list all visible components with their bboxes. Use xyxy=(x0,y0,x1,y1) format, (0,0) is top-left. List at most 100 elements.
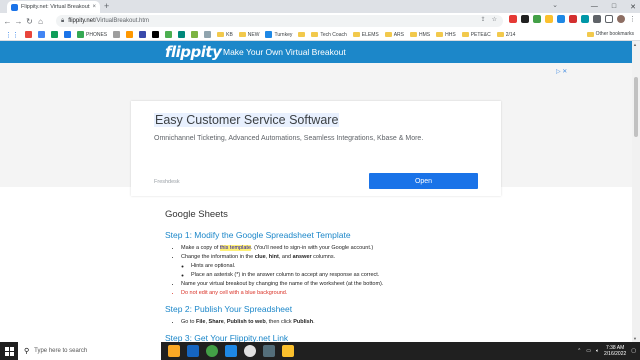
bookmark-label: NEW xyxy=(247,31,260,38)
back-icon[interactable]: ← xyxy=(2,17,13,26)
extension-icon[interactable] xyxy=(569,15,577,23)
apps-grid-icon[interactable]: ⋮⋮ xyxy=(5,31,19,39)
browser-tab[interactable]: Flippity.net: Virtual Breakout: Mak × xyxy=(7,1,100,13)
bookmark-item[interactable] xyxy=(204,31,212,38)
other-bookmarks[interactable]: Other bookmarks xyxy=(586,31,634,37)
folder-icon xyxy=(410,32,417,37)
bookmark-item[interactable] xyxy=(178,31,186,38)
close-window-icon[interactable]: ✕ xyxy=(630,3,636,11)
tab-strip: Flippity.net: Virtual Breakout: Mak × + … xyxy=(0,0,640,13)
volume-icon[interactable]: 🔈︎ xyxy=(596,348,599,354)
step2-heading: Step 2: Publish Your Spreadsheet xyxy=(165,304,293,314)
step1-heading: Step 1: Modify the Google Spreadsheet Te… xyxy=(165,230,351,240)
folder-icon xyxy=(298,32,306,37)
page-icon xyxy=(64,31,71,38)
bookmark-item[interactable]: HMS xyxy=(410,32,430,38)
bookmark-item[interactable] xyxy=(113,31,121,38)
extensions-puzzle-icon[interactable] xyxy=(593,15,601,23)
page-icon xyxy=(191,31,199,38)
close-tab-icon[interactable]: × xyxy=(92,4,96,10)
new-tab-button[interactable]: + xyxy=(104,1,109,11)
ad-description: Omnichannel Ticketing, Advanced Automati… xyxy=(154,135,424,142)
home-icon[interactable]: ⌂ xyxy=(35,17,46,26)
bookmark-label: HMS xyxy=(419,31,431,38)
ad-choices-icon[interactable]: ▷ ✕ xyxy=(556,68,567,75)
bookmark-item[interactable]: ARS xyxy=(384,32,404,38)
bookmark-item[interactable]: PHONES xyxy=(77,31,107,38)
taskbar-clock[interactable]: 7:38 AM 2/16/2022 xyxy=(604,345,626,357)
bookmark-item[interactable]: NEW xyxy=(238,31,260,38)
file-explorer-icon[interactable] xyxy=(168,345,180,357)
bookmark-item[interactable] xyxy=(139,31,147,38)
bookmark-item[interactable]: Tech Coach xyxy=(311,31,347,38)
bookmarks-bar: ⋮⋮ PHONES KB NEW Turnkey Tech Coach ELEMS ARS HM… xyxy=(0,29,640,41)
edge-icon[interactable] xyxy=(187,345,199,357)
template-link[interactable]: this template xyxy=(219,245,252,251)
bookmark-label: Tech Coach xyxy=(320,31,347,38)
extension-icon[interactable] xyxy=(557,15,565,23)
scrollbar-thumb[interactable] xyxy=(634,77,638,137)
bookmark-item[interactable]: ELEMS xyxy=(352,31,379,38)
chrome-profile-icon[interactable] xyxy=(244,345,256,357)
profile-avatar[interactable] xyxy=(617,15,625,23)
bookmark-item[interactable] xyxy=(165,31,173,38)
bookmark-item[interactable]: PETE&C xyxy=(461,32,491,38)
minimize-icon[interactable]: — xyxy=(591,3,598,10)
app-icon[interactable] xyxy=(263,345,275,357)
tab-search-icon[interactable]: ⌄ xyxy=(552,1,558,9)
ad-title[interactable]: Easy Customer Service Software xyxy=(154,113,340,127)
lock-icon[interactable]: 🔒︎ xyxy=(61,18,64,25)
page-icon xyxy=(139,31,147,38)
ad-card[interactable]: Easy Customer Service Software Omnichann… xyxy=(131,101,501,196)
bookmark-item[interactable]: 2/14 xyxy=(496,32,515,38)
bookmark-item[interactable] xyxy=(152,31,160,38)
bookmark-item[interactable]: KB xyxy=(217,32,233,38)
bookmark-item[interactable]: Turnkey xyxy=(265,31,292,38)
chrome-icon[interactable] xyxy=(206,345,218,357)
folder-icon xyxy=(217,32,225,37)
share-icon[interactable]: ⇪ xyxy=(481,16,486,23)
start-button[interactable] xyxy=(0,342,18,360)
extension-icon[interactable] xyxy=(545,15,553,23)
bookmark-star-icon[interactable]: ☆ xyxy=(492,16,497,23)
bookmark-item[interactable]: HHS xyxy=(436,32,456,38)
page-icon xyxy=(113,31,121,38)
page-icon xyxy=(165,31,173,38)
bookmark-item[interactable] xyxy=(38,31,45,38)
extension-icon[interactable] xyxy=(581,15,589,23)
extension-icon[interactable] xyxy=(521,15,529,23)
list-item: Make a copy of this template. (You'll ne… xyxy=(181,244,465,253)
extension-icon[interactable] xyxy=(533,15,541,23)
page-icon xyxy=(178,31,186,38)
extension-icon[interactable] xyxy=(509,15,517,23)
tab-title: Flippity.net: Virtual Breakout: Mak xyxy=(21,4,91,10)
app-icon[interactable] xyxy=(225,345,237,357)
bookmark-label: PHONES xyxy=(86,31,108,38)
ad-open-button[interactable]: Open xyxy=(369,173,478,189)
bookmark-item[interactable] xyxy=(51,31,58,38)
page-icon xyxy=(126,31,134,38)
maximize-icon[interactable]: □ xyxy=(612,3,616,10)
folder-icon xyxy=(586,31,594,37)
forward-icon[interactable]: → xyxy=(13,17,24,26)
address-bar[interactable]: 🔒︎ flippity.net/VirtualBreakout.htm ⇪ ☆ xyxy=(56,15,503,27)
taskbar-search[interactable]: ⚲ Type here to search xyxy=(18,342,161,360)
flippity-logo[interactable]: flippity xyxy=(165,43,222,61)
bookmark-item[interactable] xyxy=(126,31,134,38)
bookmark-item[interactable] xyxy=(64,31,71,38)
notification-chevron-icon[interactable]: ⌃ xyxy=(577,348,581,354)
bookmark-item[interactable] xyxy=(298,32,306,37)
app-icon[interactable] xyxy=(282,345,294,357)
bookmark-item[interactable] xyxy=(191,31,199,38)
bookmark-label: ELEMS xyxy=(361,31,379,38)
reload-icon[interactable]: ↻ xyxy=(24,17,35,26)
network-icon[interactable]: ▭ xyxy=(586,348,591,354)
page-scrollbar[interactable]: ▲ ▼ xyxy=(632,41,640,342)
bookmark-item[interactable] xyxy=(25,31,32,38)
menu-kebab-icon[interactable]: ⋮ xyxy=(629,15,636,23)
side-panel-icon[interactable] xyxy=(605,15,613,23)
scroll-down-icon[interactable]: ▼ xyxy=(633,336,637,341)
list-item: Go to File, Share, Publish to web, then … xyxy=(181,318,465,327)
scroll-up-icon[interactable]: ▲ xyxy=(633,42,637,47)
notifications-icon[interactable]: ▢ xyxy=(631,348,636,354)
